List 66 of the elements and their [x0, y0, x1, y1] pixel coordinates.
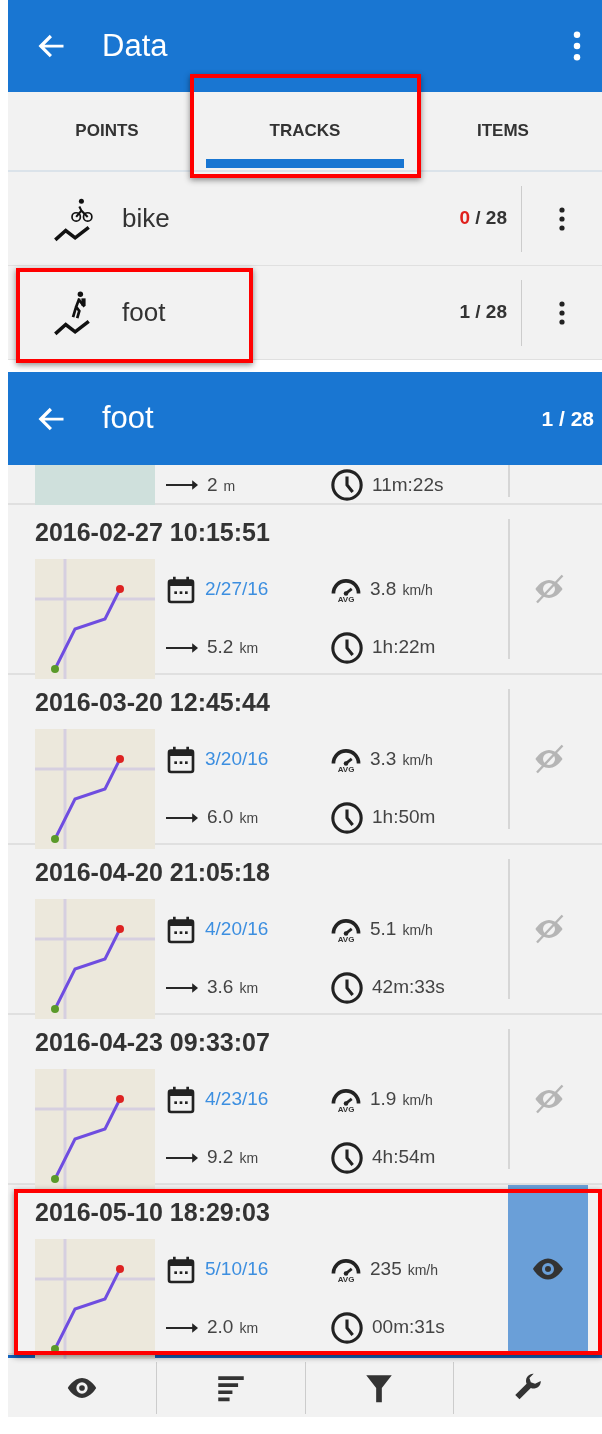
track-distance: 2.0 km	[207, 1315, 259, 1340]
track-name: 2016-03-20 12:45:44	[35, 689, 271, 717]
clock-icon	[330, 1140, 364, 1175]
track-date: 4/20/16	[205, 917, 269, 942]
track-date: 2/27/16	[205, 577, 269, 602]
tab[interactable]: POINTS	[8, 92, 206, 170]
average-speed: 3.8 km/h	[370, 577, 433, 602]
category-name: foot	[122, 296, 166, 329]
track-distance: 3.6 km	[207, 975, 259, 1000]
average-speed: 235 km/h	[370, 1257, 439, 1282]
track-date: 4/23/16	[205, 1087, 269, 1112]
track-row[interactable]: 2016-04-20 21:05:18 4/20/16 AVG 5.1 km/h 3.6 km 42m:33s	[8, 845, 602, 1015]
track-distance: 6.0 km	[207, 805, 259, 830]
track-duration: 00m:31s	[372, 1315, 445, 1340]
more-options-icon[interactable]	[572, 31, 582, 61]
track-date: 5/10/16	[205, 1257, 269, 1282]
list-row[interactable]: foot 1 / 28	[8, 266, 602, 360]
track-date: 3/20/16	[205, 747, 269, 772]
track-distance: 5.2 km	[207, 635, 259, 660]
track-name: 2016-04-23 09:33:07	[35, 1029, 271, 1057]
clock-icon	[330, 630, 364, 665]
clock-icon	[330, 800, 364, 835]
arrow-right-icon	[165, 981, 199, 994]
track-name: 2016-04-20 21:05:18	[35, 859, 271, 887]
track-count: 0 / 28	[459, 206, 508, 231]
screen-title: Data	[102, 26, 169, 65]
track-name: 2016-05-10 18:29:03	[35, 1199, 271, 1227]
track-duration: 4h:54m	[372, 1145, 436, 1170]
category-name: bike	[122, 202, 170, 235]
arrow-right-icon	[165, 1151, 199, 1164]
track-name: 2016-02-27 10:15:51	[35, 519, 271, 547]
clock-icon	[330, 1310, 364, 1345]
track-row[interactable]: 2016-03-20 12:45:44 3/20/16 AVG 3.3 km/h 6.0 km 1h:50m	[8, 675, 602, 845]
more-options-icon	[558, 205, 566, 232]
track-distance: 9.2 km	[207, 1145, 259, 1170]
clock-icon	[330, 970, 364, 1005]
track-duration: 42m:33s	[372, 975, 445, 1000]
screen-title: foot	[102, 399, 155, 438]
avg-label: AVG	[337, 1105, 355, 1114]
tab[interactable]: TRACKS	[206, 92, 404, 170]
track-row[interactable]: 2016-02-27 10:15:51 2/27/16 AVG 3.8 km/h 5.2 km 1h:22m	[8, 505, 602, 675]
arrow-right-icon	[165, 479, 199, 491]
average-speed: 5.1 km/h	[370, 917, 433, 942]
track-row[interactable]: 2016-04-23 09:33:07 4/23/16 AVG 1.9 km/h 9.2 km 4h:54m	[8, 1015, 602, 1185]
track-row[interactable]: 2 m 11m:22s	[8, 465, 602, 505]
tab[interactable]: ITEMS	[404, 92, 602, 170]
average-speed: 1.9 km/h	[370, 1087, 433, 1112]
avg-label: AVG	[337, 1275, 355, 1284]
track-duration: 1h:22m	[372, 635, 436, 660]
avg-label: AVG	[337, 595, 355, 604]
arrow-right-icon	[165, 811, 199, 824]
track-duration: 11m:22s	[372, 472, 444, 497]
more-options-icon	[558, 299, 566, 326]
arrow-right-icon	[165, 641, 199, 654]
track-row[interactable]: 2016-05-10 18:29:03 5/10/16 AVG 235 km/h 2.0 km 00m:31s	[8, 1185, 602, 1355]
arrow-right-icon	[165, 1321, 199, 1334]
avg-label: AVG	[337, 935, 355, 944]
track-counter: 1 / 28	[541, 405, 594, 432]
clock-icon	[330, 468, 364, 502]
list-row[interactable]: bike 0 / 28	[8, 172, 602, 266]
track-duration: 1h:50m	[372, 805, 436, 830]
visibility-toggle[interactable]	[508, 1185, 588, 1353]
avg-label: AVG	[337, 765, 355, 774]
average-speed: 3.3 km/h	[370, 747, 433, 772]
track-distance: 2 m	[207, 472, 236, 497]
track-count: 1 / 28	[459, 300, 508, 325]
